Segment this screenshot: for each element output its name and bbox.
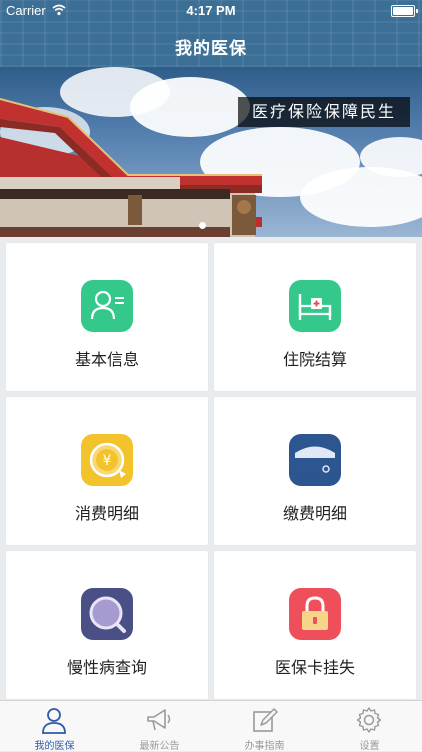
status-time: 4:17 PM bbox=[186, 3, 236, 18]
svg-text:¥: ¥ bbox=[103, 453, 112, 469]
page-title: 我的医保 bbox=[175, 39, 247, 59]
service-label: 医保卡挂失 bbox=[274, 658, 355, 677]
gear-icon bbox=[356, 707, 382, 733]
service-label: 基本信息 bbox=[74, 350, 139, 369]
header: Carrier 4:17 PM 我的医保 bbox=[0, 0, 422, 67]
service-card-report-loss[interactable]: 医保卡挂失 bbox=[214, 551, 416, 699]
service-label: 慢性病查询 bbox=[66, 658, 147, 677]
hospital-bed-icon bbox=[289, 280, 341, 332]
edit-note-icon bbox=[253, 708, 278, 732]
service-consumption-details[interactable]: ¥ 消费明细 bbox=[6, 397, 208, 545]
lock-icon bbox=[289, 588, 341, 640]
service-payment-details[interactable]: 缴费明细 bbox=[214, 397, 416, 545]
service-label: 住院结算 bbox=[282, 350, 347, 369]
tab-settings[interactable]: 设置 bbox=[317, 701, 422, 752]
tab-latest-announcements[interactable]: 最新公告 bbox=[107, 701, 212, 752]
carousel-page-indicator[interactable] bbox=[199, 222, 206, 229]
battery-icon bbox=[391, 5, 418, 17]
banner-building-image bbox=[0, 98, 262, 237]
status-bar: Carrier 4:17 PM bbox=[0, 0, 422, 22]
service-label: 消费明细 bbox=[74, 504, 139, 523]
banner-slogan: 医疗保险保障民生 bbox=[238, 97, 410, 127]
person-icon bbox=[42, 708, 66, 734]
id-card-icon bbox=[81, 280, 133, 332]
service-label: 缴费明细 bbox=[282, 504, 347, 523]
tab-service-guide[interactable]: 办事指南 bbox=[212, 701, 317, 752]
service-hospital-settlement[interactable]: 住院结算 bbox=[214, 243, 416, 391]
service-basic-info[interactable]: 基本信息 bbox=[6, 243, 208, 391]
megaphone-icon bbox=[147, 709, 171, 731]
banner-carousel[interactable]: 医疗保险保障民生 bbox=[0, 67, 422, 237]
yuan-coin-icon: ¥ bbox=[81, 434, 133, 486]
tab-my-insurance[interactable]: 我的医保 bbox=[2, 701, 107, 752]
magnifier-icon bbox=[81, 588, 133, 640]
tab-bar: 我的医保 最新公告 办事指南 设置 bbox=[0, 700, 422, 752]
wallet-icon bbox=[289, 434, 341, 486]
service-chronic-disease-query[interactable]: 慢性病查询 bbox=[6, 551, 208, 699]
service-grid: 基本信息 住院结算 ¥ 消费明细 缴费明细 慢性病查询 医保卡挂失 bbox=[0, 237, 422, 700]
